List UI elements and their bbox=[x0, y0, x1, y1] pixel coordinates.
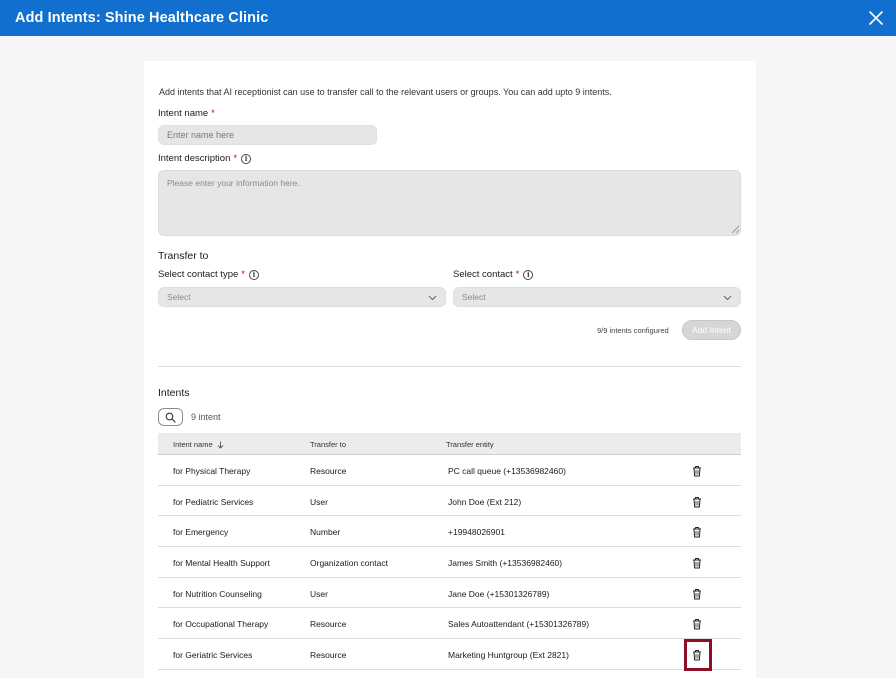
intent-count: 9 intent bbox=[191, 412, 221, 422]
trash-icon[interactable] bbox=[692, 525, 702, 538]
intent-name-cell: for Mental Health Support bbox=[173, 558, 270, 569]
chevron-down-icon bbox=[723, 295, 732, 301]
section-divider bbox=[158, 366, 741, 367]
trash-icon[interactable] bbox=[692, 617, 702, 630]
intents-table-body: for Physical Therapy Resource PC call queu… bbox=[158, 455, 741, 672]
contact-type-select[interactable]: Select bbox=[158, 287, 446, 307]
trash-icon[interactable] bbox=[692, 587, 702, 600]
transfer-to-cell: Resource bbox=[310, 466, 347, 476]
add-intent-button[interactable]: Add Intent bbox=[682, 320, 741, 340]
table-row[interactable]: for Emergency Number +19948026901 bbox=[158, 516, 741, 548]
column-header-intent-name[interactable]: Intent name bbox=[173, 440, 224, 449]
dialog-header: Add Intents: Shine Healthcare Clinic bbox=[0, 0, 896, 36]
table-row[interactable]: for Pediatric Services User John Doe (Ext … bbox=[158, 486, 741, 517]
contact-type-label: Select contact type * i bbox=[158, 269, 259, 280]
transfer-to-title: Transfer to bbox=[158, 250, 209, 262]
required-marker: * bbox=[515, 269, 520, 280]
intent-name-cell: for Pediatric Services bbox=[173, 496, 254, 507]
transfer-entity-cell: PC call queue (+13536982460) bbox=[448, 466, 566, 476]
transfer-entity-cell: Marketing Huntgroup (Ext 2821) bbox=[448, 650, 569, 661]
table-row[interactable]: for Occupational Therapy Resource Sales Au… bbox=[158, 608, 741, 640]
transfer-to-cell: Resource bbox=[310, 619, 347, 630]
arrow-down-icon[interactable] bbox=[217, 441, 224, 449]
transfer-entity-cell: +19948026901 bbox=[448, 527, 505, 538]
info-icon[interactable]: i bbox=[523, 269, 534, 280]
transfer-to-cell: User bbox=[310, 588, 328, 599]
intent-description-label: Intent description * i bbox=[158, 153, 252, 164]
transfer-to-cell: Number bbox=[310, 527, 341, 538]
intent-name-cell: for Occupational Therapy bbox=[173, 619, 269, 630]
resize-handle-icon[interactable] bbox=[731, 225, 740, 234]
trash-icon[interactable] bbox=[692, 495, 702, 508]
required-marker: * bbox=[211, 108, 215, 119]
table-row[interactable]: for Nutrition Counseling User Jane Doe (+1… bbox=[158, 578, 741, 609]
close-icon[interactable] bbox=[866, 8, 886, 28]
transfer-entity-cell: Sales Autoattendant (+15301326789) bbox=[448, 619, 590, 630]
column-header-transfer-to: Transfer to bbox=[310, 440, 346, 449]
table-row[interactable]: for Physical Therapy Resource PC call queu… bbox=[158, 455, 741, 486]
table-row[interactable]: for Mental Health Support Organization co… bbox=[158, 547, 741, 578]
intent-form-card: Add intents that AI receptionist can use… bbox=[144, 61, 756, 678]
transfer-to-cell: Organization contact bbox=[310, 558, 388, 569]
required-marker: * bbox=[233, 153, 238, 164]
transfer-to-cell: Resource bbox=[310, 650, 347, 661]
trash-icon[interactable] bbox=[692, 648, 702, 661]
dialog-title: Add Intents: Shine Healthcare Clinic bbox=[15, 10, 269, 26]
info-icon[interactable]: i bbox=[241, 153, 252, 164]
intents-configured-count: 9/9 intents configured bbox=[597, 326, 669, 335]
intent-name-cell: for Physical Therapy bbox=[173, 466, 251, 476]
intents-title: Intents bbox=[158, 387, 190, 399]
intro-text: Add intents that AI receptionist can use… bbox=[159, 87, 612, 97]
intent-name-input[interactable] bbox=[158, 125, 377, 145]
intent-name-cell: for Nutrition Counseling bbox=[173, 588, 262, 599]
table-header: Intent name Transfer to Transfer entity bbox=[158, 433, 741, 455]
required-marker: * bbox=[241, 269, 245, 280]
transfer-entity-cell: Jane Doe (+15301326789) bbox=[448, 588, 550, 599]
column-header-transfer-entity: Transfer entity bbox=[446, 440, 494, 449]
contact-label: Select contact * i bbox=[453, 269, 534, 280]
intent-name-label: Intent name * bbox=[158, 108, 215, 119]
intent-name-cell: for Geriatric Services bbox=[173, 650, 253, 661]
trash-icon[interactable] bbox=[692, 464, 702, 477]
transfer-entity-cell: John Doe (Ext 212) bbox=[448, 496, 522, 507]
table-row[interactable]: for Geriatric Services Resource Marketing … bbox=[158, 639, 741, 672]
intent-name-cell: for Emergency bbox=[173, 527, 229, 538]
info-icon[interactable]: i bbox=[248, 269, 259, 280]
trash-icon[interactable] bbox=[692, 556, 702, 569]
search-icon bbox=[165, 412, 176, 423]
transfer-to-cell: User bbox=[310, 496, 328, 507]
intent-description-input[interactable] bbox=[158, 170, 741, 236]
transfer-entity-cell: James Smith (+13536982460) bbox=[448, 558, 563, 569]
search-button[interactable] bbox=[158, 408, 183, 426]
contact-select[interactable]: Select bbox=[453, 287, 741, 307]
chevron-down-icon bbox=[428, 295, 437, 301]
